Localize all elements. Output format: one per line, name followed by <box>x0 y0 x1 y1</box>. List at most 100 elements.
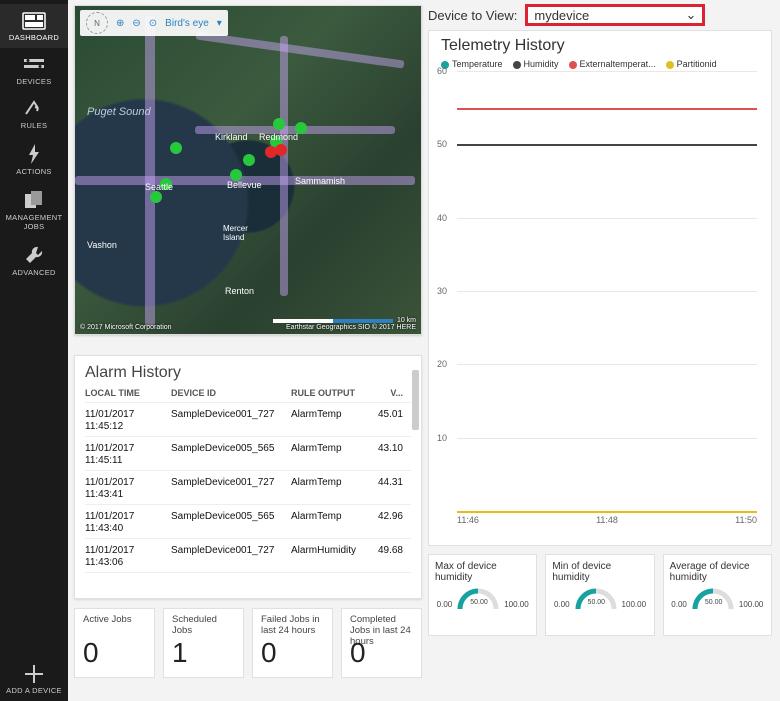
alarm-rule: AlarmTemp <box>291 511 371 534</box>
device-select[interactable]: mydevice ⌄ <box>525 4 705 26</box>
gauge-card: Average of device humidity 0.00 50.00 10… <box>663 554 772 636</box>
gauge-icon: 50.00 <box>456 587 500 609</box>
col-time-label: LOCAL TIME <box>85 388 171 398</box>
zoom-out-icon[interactable]: ⊖ <box>132 18 140 29</box>
nav-label: MANAGEMENT JOBS <box>0 213 68 231</box>
alarm-row[interactable]: 11/01/201711:43:06 SampleDevice001_727 A… <box>85 539 411 573</box>
alarm-value: 45.01 <box>371 409 403 432</box>
job-label: Failed Jobs in last 24 hours <box>261 615 324 637</box>
alarm-device: SampleDevice001_727 <box>171 477 291 500</box>
gauge-max: 100.00 <box>504 600 528 609</box>
map-footer: © 2017 Microsoft Corporation 10 km Earth… <box>80 317 416 331</box>
nav-management-jobs[interactable]: MANAGEMENT JOBS <box>0 182 68 237</box>
job-value: 0 <box>350 637 413 669</box>
gauge-card: Min of device humidity 0.00 50.00 100.00 <box>545 554 654 636</box>
job-label: Active Jobs <box>83 615 146 637</box>
alarm-row[interactable]: 11/01/201711:45:11 SampleDevice005_565 A… <box>85 437 411 471</box>
ytick: 30 <box>437 286 447 296</box>
legend-item[interactable]: Humidity <box>513 59 559 69</box>
bolt-icon <box>27 144 41 164</box>
alarm-value: 44.31 <box>371 477 403 500</box>
telemetry-panel: Telemetry History Temperature Humidity Ext… <box>428 30 772 546</box>
telemetry-plot: 10203040506011:4611:4811:50 <box>441 71 761 511</box>
alarm-time: 11/01/201711:43:40 <box>85 511 171 534</box>
devices-icon <box>22 56 46 74</box>
device-select-value: mydevice <box>534 8 589 23</box>
nav-label: ACTIONS <box>16 167 51 176</box>
job-value: 0 <box>83 637 146 669</box>
alarm-time: 11/01/201711:43:41 <box>85 477 171 500</box>
nav-add-device[interactable]: ADD A DEVICE <box>0 657 68 701</box>
job-label: Scheduled Jobs <box>172 615 235 637</box>
nav-label: DASHBOARD <box>9 33 59 42</box>
legend-item[interactable]: Partitionid <box>666 59 717 69</box>
gauge-mid: 50.00 <box>470 599 488 606</box>
alarm-value: 42.96 <box>371 511 403 534</box>
col-rule-label: RULE OUTPUT <box>291 388 371 398</box>
alarm-time: 11/01/201711:43:06 <box>85 545 171 568</box>
gauge-min: 0.00 <box>671 600 687 609</box>
nav-actions[interactable]: ACTIONS <box>0 136 68 182</box>
nav-label: DEVICES <box>16 77 51 86</box>
map-background: Puget Sound Seattle Bellevue Kirkland Re… <box>75 6 421 334</box>
job-card[interactable]: Failed Jobs in last 24 hours0 <box>252 608 333 678</box>
gauge-label: Average of device humidity <box>670 561 765 583</box>
target-icon[interactable]: ⊙ <box>149 18 157 29</box>
device-header: Device to View: mydevice ⌄ <box>428 4 772 26</box>
nav-label: ADD A DEVICE <box>6 686 62 695</box>
job-value: 1 <box>172 637 235 669</box>
job-card[interactable]: Scheduled Jobs1 <box>163 608 244 678</box>
ytick: 40 <box>437 213 447 223</box>
series-line <box>457 144 757 146</box>
legend-item[interactable]: Temperature <box>441 59 503 69</box>
map-search-icon[interactable]: ⊕ <box>116 18 124 29</box>
nav-dashboard[interactable]: DASHBOARD <box>0 4 68 48</box>
gauge-card: Max of device humidity 0.00 50.00 100.00 <box>428 554 537 636</box>
alarm-row[interactable]: 11/01/201711:45:12 SampleDevice001_727 A… <box>85 403 411 437</box>
alarm-rule: AlarmTemp <box>291 443 371 466</box>
sidebar: DASHBOARD DEVICES RULES ACTIONS MANAGEME… <box>0 0 68 701</box>
telemetry-title: Telemetry History <box>441 37 761 55</box>
alarm-panel: Alarm History LOCAL TIME DEVICE ID RULE … <box>74 355 422 599</box>
map-credit-right: Earthstar Geographics SIO © 2017 HERE <box>286 324 416 331</box>
alarm-device: SampleDevice005_565 <box>171 443 291 466</box>
gauge-max: 100.00 <box>622 600 646 609</box>
nav-rules[interactable]: RULES <box>0 92 68 136</box>
jobs-row: Active Jobs0Scheduled Jobs1Failed Jobs i… <box>74 608 422 678</box>
job-card[interactable]: Completed Jobs in last 24 hours0 <box>341 608 422 678</box>
map-mode[interactable]: Bird's eye <box>165 18 209 29</box>
job-value: 0 <box>261 637 324 669</box>
chevron-down-icon[interactable]: ▾ <box>217 18 222 29</box>
scale-bar <box>273 319 393 323</box>
alarm-value: 49.68 <box>371 545 403 568</box>
alarm-rule: AlarmTemp <box>291 409 371 432</box>
legend-item[interactable]: Externaltemperat... <box>569 59 656 69</box>
nav-devices[interactable]: DEVICES <box>0 48 68 92</box>
scrollbar[interactable] <box>412 370 419 430</box>
job-card[interactable]: Active Jobs0 <box>74 608 155 678</box>
dashboard-icon <box>22 12 46 30</box>
gauge-mid: 50.00 <box>588 599 606 606</box>
legend-dot <box>666 61 674 69</box>
telemetry-legend: Temperature Humidity Externaltemperat... Pa… <box>441 59 761 69</box>
alarm-title: Alarm History <box>85 364 411 382</box>
alarm-row[interactable]: 11/01/201711:43:41 SampleDevice001_727 A… <box>85 471 411 505</box>
alarm-rule: AlarmHumidity <box>291 545 371 568</box>
nav-advanced[interactable]: ADVANCED <box>0 237 68 283</box>
compass-icon[interactable]: N <box>86 12 108 34</box>
alarm-device: SampleDevice001_727 <box>171 409 291 432</box>
gauge-max: 100.00 <box>739 600 763 609</box>
content: Puget Sound Seattle Bellevue Kirkland Re… <box>68 0 780 701</box>
ytick: 60 <box>437 66 447 76</box>
scale-text: 10 km <box>397 317 416 324</box>
plus-icon <box>25 665 43 683</box>
map-credit-left: © 2017 Microsoft Corporation <box>80 324 172 331</box>
jobs-icon <box>23 190 45 210</box>
chevron-down-icon: ⌄ <box>685 7 696 23</box>
map-panel[interactable]: Puget Sound Seattle Bellevue Kirkland Re… <box>74 5 422 335</box>
ytick: 50 <box>437 139 447 149</box>
alarm-row[interactable]: 11/01/201711:43:40 SampleDevice005_565 A… <box>85 505 411 539</box>
legend-dot <box>513 61 521 69</box>
map-region-label: Puget Sound <box>87 106 151 118</box>
gauge-min: 0.00 <box>554 600 570 609</box>
